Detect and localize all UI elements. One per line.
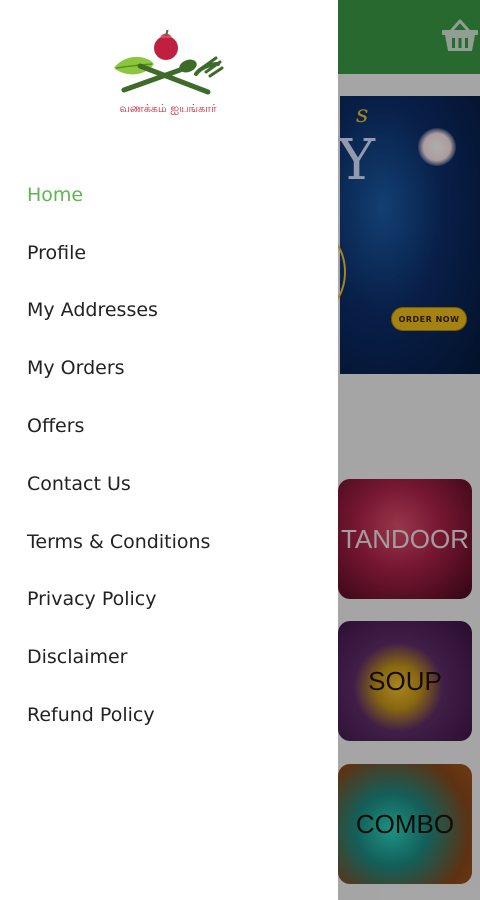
navigation-drawer: வணக்கம் ஐயங்கார் Home Profile My Address… [0, 0, 338, 900]
menu-item-contact-us[interactable]: Contact Us [27, 455, 210, 513]
menu-item-home[interactable]: Home [27, 166, 210, 224]
menu-item-refund-policy[interactable]: Refund Policy [27, 686, 210, 744]
menu-item-profile[interactable]: Profile [27, 224, 210, 282]
menu-item-offers[interactable]: Offers [27, 397, 210, 455]
food-fork-leaf-logo-icon [114, 27, 224, 95]
drawer-menu: Home Profile My Addresses My Orders Offe… [27, 166, 210, 744]
menu-item-my-orders[interactable]: My Orders [27, 339, 210, 397]
menu-item-disclaimer[interactable]: Disclaimer [27, 628, 210, 686]
menu-item-terms-conditions[interactable]: Terms & Conditions [27, 513, 210, 571]
menu-item-privacy-policy[interactable]: Privacy Policy [27, 571, 210, 629]
menu-item-my-addresses[interactable]: My Addresses [27, 282, 210, 340]
brand-caption: வணக்கம் ஐயங்கார் [119, 102, 217, 115]
brand-logo: வணக்கம் ஐயங்கார் [110, 27, 226, 122]
